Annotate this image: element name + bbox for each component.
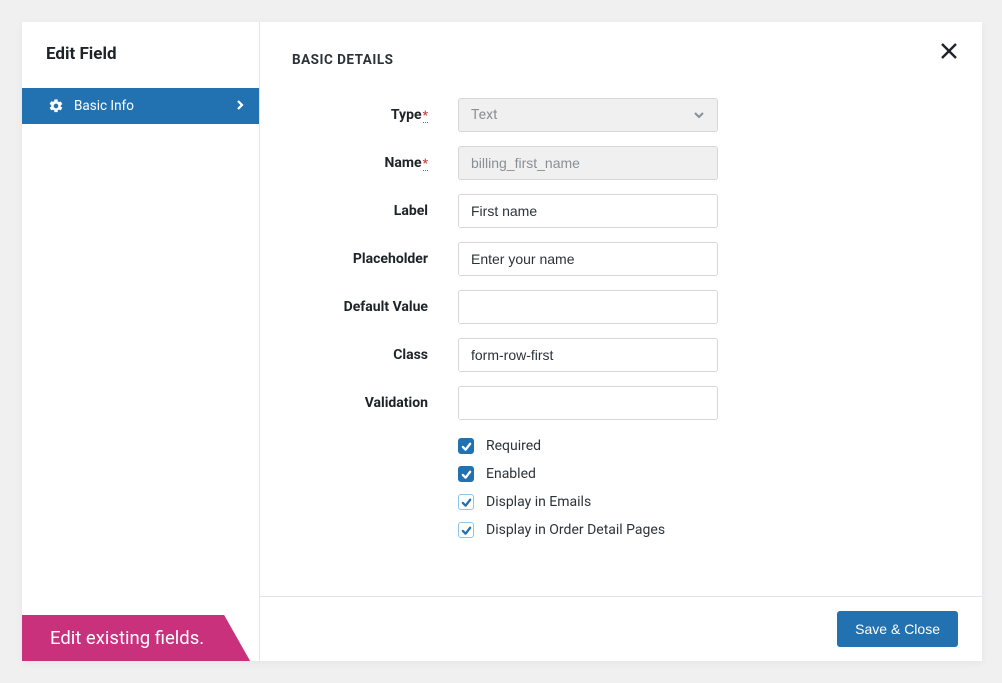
edit-field-modal: Edit Field Basic Info BASIC DETAILS Type… — [22, 22, 982, 661]
row-label: Label — [292, 194, 950, 228]
section-title: BASIC DETAILS — [260, 22, 982, 88]
default-value-input[interactable] — [458, 290, 718, 324]
sidebar-title: Edit Field — [22, 22, 259, 88]
checkbox-label: Display in Order Detail Pages — [486, 522, 665, 538]
sidebar-item-basic-info[interactable]: Basic Info — [22, 88, 259, 124]
modal-main: BASIC DETAILS Type* Text Name* Label — [260, 22, 982, 661]
checkbox-icon — [458, 438, 474, 454]
type-select[interactable]: Text — [458, 98, 718, 132]
checkbox-enabled[interactable]: Enabled — [458, 466, 950, 482]
row-default-value: Default Value — [292, 290, 950, 324]
caption-banner: Edit existing fields. — [22, 615, 250, 661]
name-input[interactable] — [458, 146, 718, 180]
save-close-button[interactable]: Save & Close — [837, 611, 958, 647]
row-name: Name* — [292, 146, 950, 180]
checkbox-label: Required — [486, 438, 541, 454]
row-placeholder: Placeholder — [292, 242, 950, 276]
checkbox-group: Required Enabled Display in Emails Displ… — [458, 434, 950, 538]
class-input[interactable] — [458, 338, 718, 372]
form: Type* Text Name* Label — [260, 88, 982, 570]
chevron-down-icon — [693, 109, 705, 121]
checkbox-icon — [458, 522, 474, 538]
label-type: Type* — [292, 107, 458, 123]
validation-input[interactable] — [458, 386, 718, 420]
gear-icon — [48, 98, 64, 114]
close-icon — [940, 42, 958, 60]
chevron-right-icon — [235, 98, 245, 114]
checkbox-icon — [458, 466, 474, 482]
label-input[interactable] — [458, 194, 718, 228]
type-select-value: Text — [471, 107, 498, 123]
caption-text: Edit existing fields. — [50, 627, 204, 649]
label-placeholder: Placeholder — [292, 251, 458, 267]
checkbox-order-pages[interactable]: Display in Order Detail Pages — [458, 522, 950, 538]
checkbox-required[interactable]: Required — [458, 438, 950, 454]
label-validation: Validation — [292, 395, 458, 411]
placeholder-input[interactable] — [458, 242, 718, 276]
checkbox-label: Enabled — [486, 466, 536, 482]
label-label: Label — [292, 203, 458, 219]
checkbox-icon — [458, 494, 474, 510]
row-class: Class — [292, 338, 950, 372]
checkbox-label: Display in Emails — [486, 494, 591, 510]
close-button[interactable] — [940, 42, 958, 64]
checkbox-emails[interactable]: Display in Emails — [458, 494, 950, 510]
label-name: Name* — [292, 155, 458, 171]
label-default-value: Default Value — [292, 299, 458, 315]
row-type: Type* Text — [292, 98, 950, 132]
label-class: Class — [292, 347, 458, 363]
modal-sidebar: Edit Field Basic Info — [22, 22, 260, 661]
sidebar-item-label: Basic Info — [74, 98, 134, 114]
modal-footer: Save & Close — [260, 596, 982, 661]
row-validation: Validation — [292, 386, 950, 420]
